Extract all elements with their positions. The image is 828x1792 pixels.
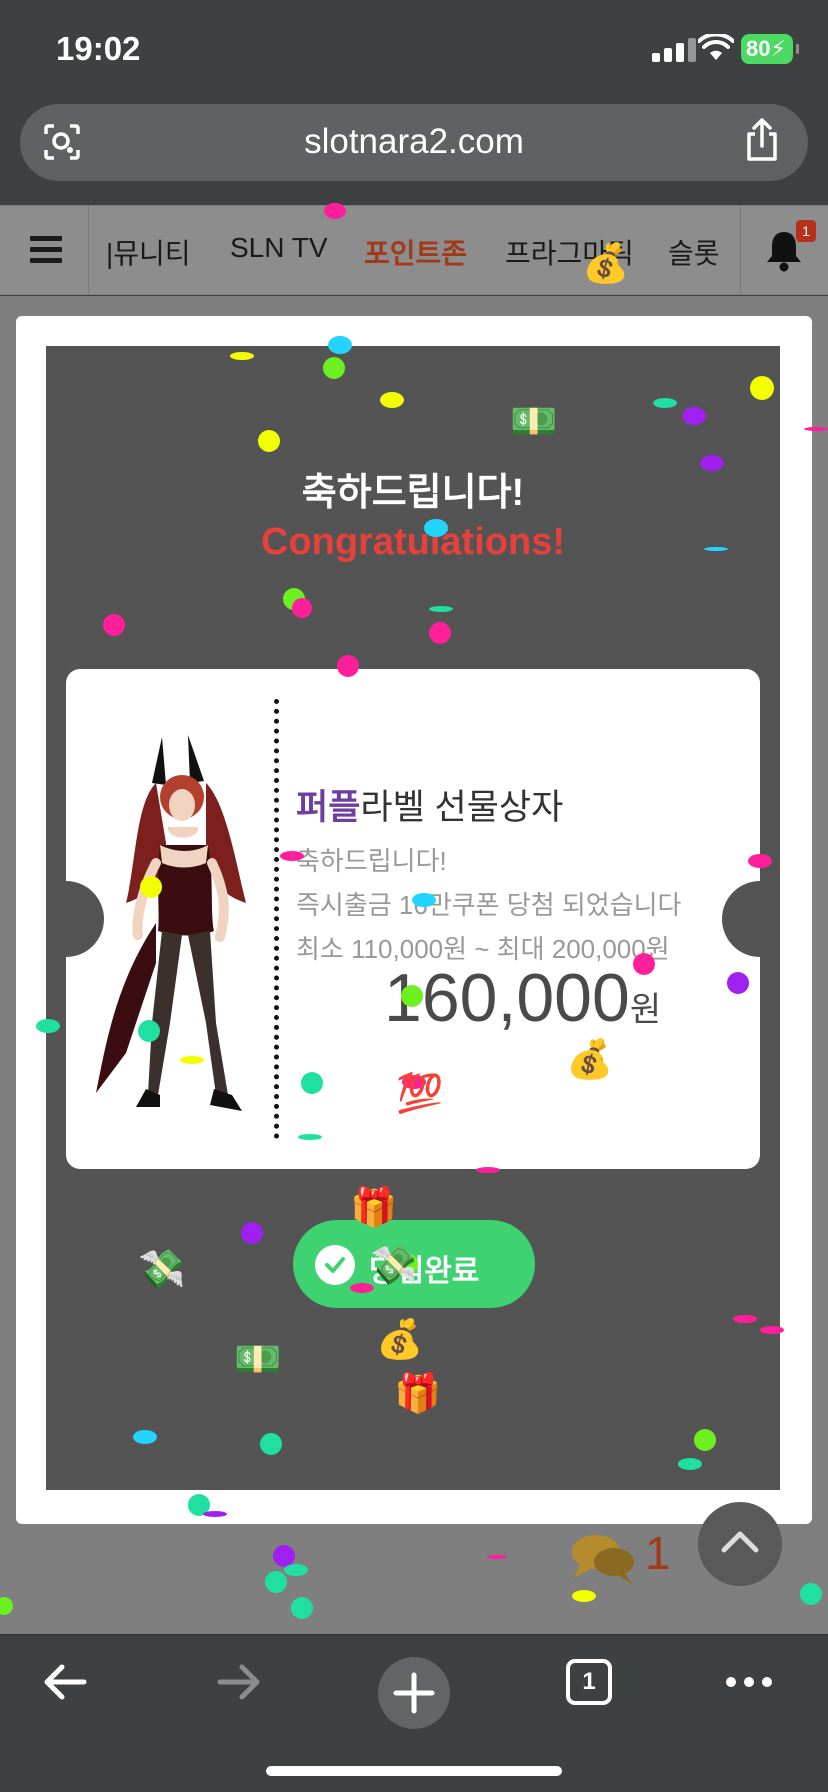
back-arrow-icon[interactable] — [40, 1657, 90, 1707]
nav-item-sln-tv[interactable]: SLN TV — [230, 232, 328, 264]
nav-item-community[interactable]: |뮤니티 — [106, 232, 191, 272]
tabs-button[interactable]: 1 — [566, 1659, 612, 1705]
forward-arrow-icon[interactable] — [214, 1657, 264, 1707]
hamburger-menu-icon[interactable] — [30, 236, 62, 264]
status-time: 19:02 — [56, 30, 141, 67]
site-nav: |뮤니티 SLN TV 포인트존 프라그마틱 슬롯 1 — [0, 205, 828, 295]
plus-icon — [393, 1672, 435, 1714]
money-bag-emoji: 💰 — [582, 243, 630, 285]
prize-title: 퍼플라벨 선물상자 — [296, 779, 563, 830]
nav-item-point-zone[interactable]: 포인트존 — [364, 232, 467, 272]
prize-amount-unit: 원 — [629, 991, 662, 1029]
status-bar: 19:02 80⚡ — [0, 0, 828, 100]
signal-icon — [652, 38, 698, 62]
money-bag-emoji: 💰 — [566, 1039, 614, 1081]
prize-amount-value: 160,000 — [384, 960, 630, 1036]
wifi-icon — [698, 34, 734, 60]
nav-divider — [740, 206, 741, 294]
gift-emoji: 🎁 — [394, 1373, 442, 1415]
battery-icon: 80⚡ — [741, 34, 799, 64]
ticket-perforation — [274, 699, 279, 1139]
gift-emoji: 🎁 — [350, 1187, 398, 1229]
ticket-notch — [722, 881, 780, 957]
battery-level: 80 — [746, 36, 771, 61]
home-indicator — [266, 1766, 562, 1776]
nav-item-slot[interactable]: 슬롯 — [668, 232, 720, 272]
cash-emoji: 💵 — [510, 401, 558, 443]
congrats-heading-en: Congratulations! — [261, 521, 565, 563]
cash-emoji: 💵 — [234, 1339, 282, 1381]
url-text[interactable]: slotnara2.com — [20, 122, 808, 162]
new-tab-button[interactable] — [378, 1657, 450, 1729]
prize-line-coupon: 즉시출금 16만쿠폰 당첨 되었습니다 — [296, 890, 682, 920]
notification-badge: 1 — [796, 220, 816, 242]
hundred-points-emoji: 💯 — [396, 1073, 444, 1115]
nav-divider — [88, 206, 89, 294]
address-bar[interactable]: slotnara2.com — [20, 104, 808, 181]
flying-money-emoji: 💸 — [138, 1249, 186, 1291]
money-bag-emoji: 💰 — [376, 1319, 424, 1361]
check-icon — [315, 1245, 355, 1285]
chevron-up-icon — [721, 1531, 759, 1553]
flying-money-emoji: 💸 — [370, 1245, 418, 1287]
share-icon[interactable] — [742, 118, 782, 162]
prize-line-congrats: 축하드립니다! — [296, 846, 447, 876]
congrats-heading-ko: 축하드립니다! — [301, 472, 525, 514]
chat-count: 1 — [645, 1527, 671, 1579]
more-icon[interactable] — [724, 1675, 774, 1689]
scroll-to-top-button[interactable] — [698, 1502, 782, 1586]
prize-amount: 160,000원 — [384, 959, 661, 1037]
chat-bubbles-icon[interactable] — [570, 1530, 636, 1586]
prize-title-rest: 라벨 선물상자 — [360, 788, 564, 827]
character-illustration — [96, 735, 246, 1111]
prize-title-accent: 퍼플 — [296, 788, 361, 827]
